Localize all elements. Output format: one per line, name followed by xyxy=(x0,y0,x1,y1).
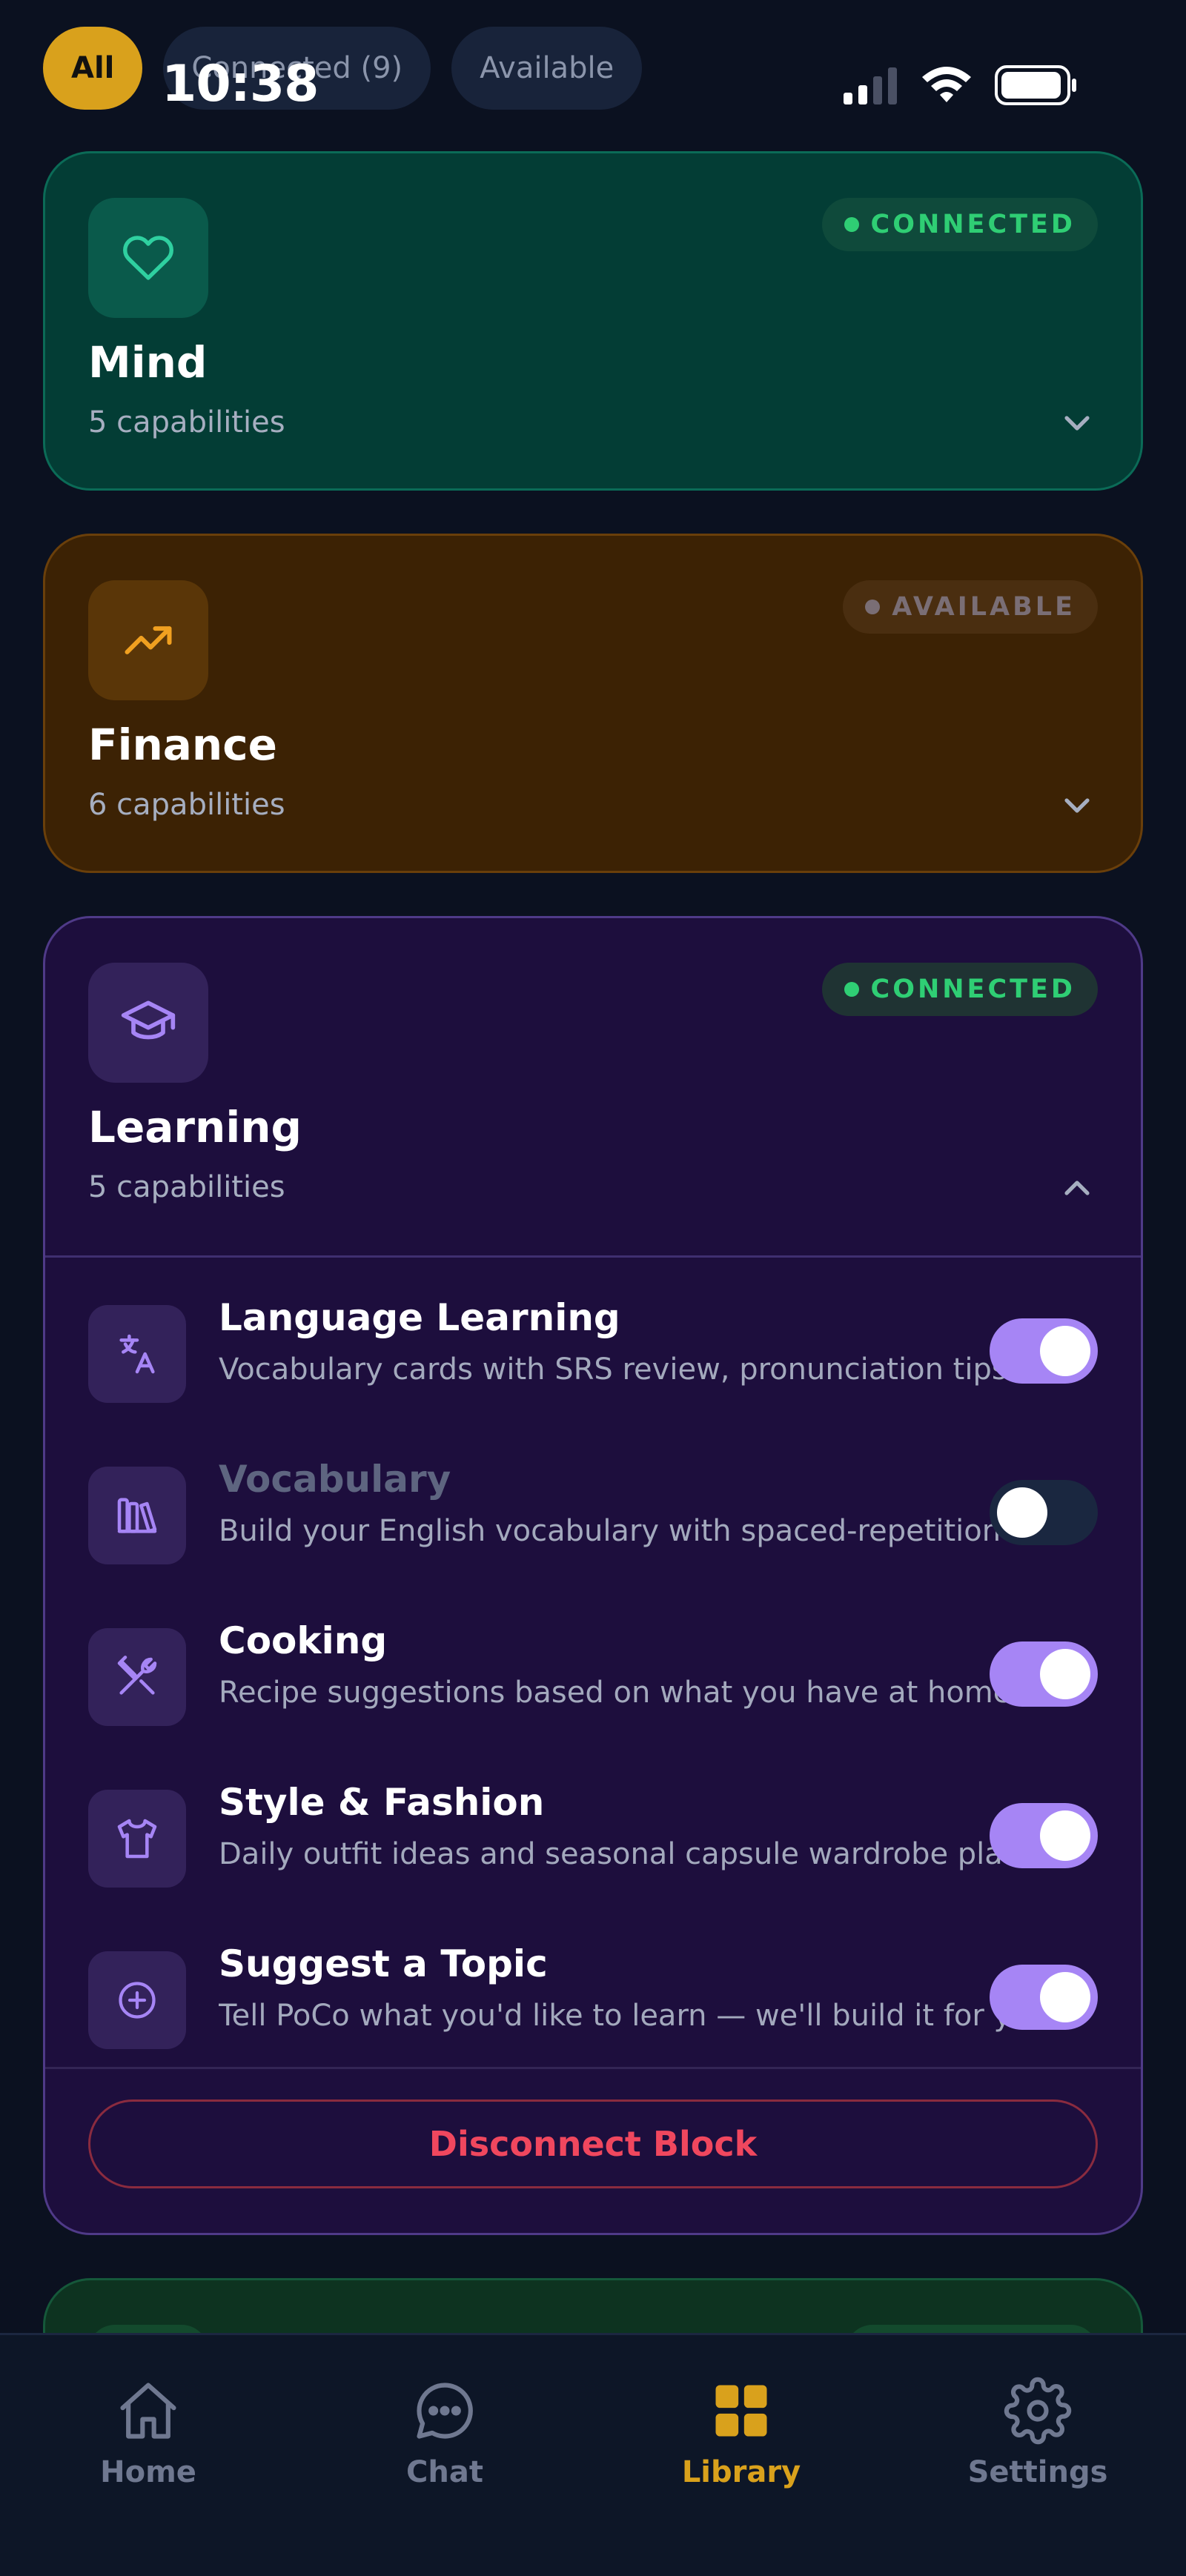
capability-description: Vocabulary cards with SRS review, pronun… xyxy=(219,1352,1041,1387)
shirt-icon xyxy=(117,1819,157,1859)
nav-label: Settings xyxy=(967,2455,1108,2489)
card-header[interactable]: CONNECTED Mind 5 capabilities xyxy=(45,153,1141,488)
heart-icon xyxy=(123,236,173,280)
capability-icon-box xyxy=(88,1790,186,1888)
card-icon-box xyxy=(88,198,208,318)
nav-item-chat[interactable]: Chat xyxy=(334,2377,556,2489)
nav-label: Library xyxy=(681,2455,801,2489)
capability-toggle[interactable] xyxy=(990,1803,1098,1868)
utensils-icon xyxy=(117,1656,157,1695)
chevron-down-icon[interactable] xyxy=(1056,785,1098,826)
chat-bubble-icon xyxy=(417,2383,473,2439)
status-dot xyxy=(865,600,881,614)
graduation-cap-icon xyxy=(121,1000,176,1040)
divider xyxy=(45,2067,1141,2069)
toggle-knob xyxy=(997,1487,1047,1538)
filter-chip-all[interactable]: All xyxy=(43,27,143,110)
capability-toggle[interactable] xyxy=(990,1318,1098,1384)
card-header[interactable]: CONNECTED Learning 5 capabilities xyxy=(45,918,1141,1258)
capability-description: Daily outfit ideas and seasonal capsule … xyxy=(219,1837,1041,1871)
nav-label: Home xyxy=(100,2455,196,2489)
capability-icon-box xyxy=(88,1467,186,1564)
status-dot xyxy=(844,982,859,997)
status-badge-label: AVAILABLE xyxy=(892,592,1076,622)
chevron-down-icon[interactable] xyxy=(1056,402,1098,444)
disconnect-block-button[interactable]: Disconnect Block xyxy=(88,2099,1098,2188)
capability-title: Style & Fashion xyxy=(219,1781,545,1824)
nav-item-settings[interactable]: Settings xyxy=(927,2377,1149,2489)
signal-icon xyxy=(844,67,897,104)
capability-description: Recipe suggestions based on what you hav… xyxy=(219,1676,1012,1710)
status-icons xyxy=(844,65,1078,105)
status-badge-label: CONNECTED xyxy=(870,975,1076,1004)
card-icon-box xyxy=(88,580,208,700)
trending-up-icon xyxy=(125,626,172,654)
library-books-icon xyxy=(117,1498,157,1533)
capability-row-suggest-topic: Suggest a Topic Tell PoCo what you'd lik… xyxy=(88,1935,1098,2054)
capability-description: Tell PoCo what you'd like to learn — we'… xyxy=(219,1999,1041,2033)
card-title: Finance xyxy=(88,720,277,770)
toggle-knob xyxy=(1040,1972,1090,2022)
home-icon xyxy=(120,2383,176,2439)
nav-item-home[interactable]: Home xyxy=(37,2377,259,2489)
status-time: 10:38 xyxy=(162,55,319,113)
card-subtitle: 5 capabilities xyxy=(88,1170,285,1204)
capability-icon-box xyxy=(88,1951,186,2049)
translate-icon xyxy=(119,1334,155,1374)
wifi-icon xyxy=(922,67,971,102)
battery-icon xyxy=(995,65,1076,105)
plus-circle-icon xyxy=(119,1982,156,2019)
card-subtitle: 5 capabilities xyxy=(88,405,285,439)
filter-chip-available[interactable]: Available xyxy=(451,27,643,110)
block-card-mind[interactable]: CONNECTED Mind 5 capabilities xyxy=(43,151,1143,491)
filter-bar: All Connected (9) Available xyxy=(43,27,643,110)
status-badge-label: CONNECTED xyxy=(870,210,1076,239)
capability-toggle[interactable] xyxy=(990,1965,1098,2030)
capability-row-language-learning: Language Learning Vocabulary cards with … xyxy=(88,1289,1098,1407)
capability-toggle[interactable] xyxy=(990,1641,1098,1707)
capability-title: Cooking xyxy=(219,1619,388,1662)
card-header[interactable]: AVAILABLE Finance 6 capabilities xyxy=(45,536,1141,871)
bottom-nav: Home Chat Library Settings xyxy=(0,2333,1186,2576)
block-card-finance[interactable]: AVAILABLE Finance 6 capabilities xyxy=(43,534,1143,873)
card-title: Mind xyxy=(88,337,208,388)
grid-icon xyxy=(715,2385,767,2437)
card-icon-box xyxy=(88,963,208,1083)
capability-row-style-fashion: Style & Fashion Daily outfit ideas and s… xyxy=(88,1773,1098,1892)
capability-row-cooking: Cooking Recipe suggestions based on what… xyxy=(88,1612,1098,1730)
divider xyxy=(45,1255,1141,1258)
chevron-up-icon[interactable] xyxy=(1056,1167,1098,1209)
card-title: Learning xyxy=(88,1102,302,1152)
capability-toggle[interactable] xyxy=(990,1480,1098,1545)
capability-title: Language Learning xyxy=(219,1296,620,1339)
toggle-knob xyxy=(1040,1810,1090,1861)
toggle-knob xyxy=(1040,1326,1090,1376)
capability-icon-box xyxy=(88,1305,186,1403)
status-dot xyxy=(844,217,859,232)
capability-row-vocabulary: Vocabulary Build your English vocabulary… xyxy=(88,1450,1098,1569)
capability-title: Vocabulary xyxy=(219,1458,451,1501)
toggle-knob xyxy=(1040,1649,1090,1699)
status-badge: AVAILABLE xyxy=(843,580,1098,634)
status-badge: CONNECTED xyxy=(821,963,1098,1016)
gear-icon xyxy=(1004,2377,1072,2445)
status-badge: CONNECTED xyxy=(821,198,1098,251)
capability-icon-box xyxy=(88,1628,186,1726)
capability-title: Suggest a Topic xyxy=(219,1942,548,1985)
capability-description: Build your English vocabulary with space… xyxy=(219,1514,1041,1548)
nav-item-library[interactable]: Library xyxy=(630,2377,852,2489)
block-card-learning[interactable]: CONNECTED Learning 5 capabilities Langua… xyxy=(43,916,1143,2235)
nav-label: Chat xyxy=(406,2455,483,2489)
card-subtitle: 6 capabilities xyxy=(88,788,285,822)
